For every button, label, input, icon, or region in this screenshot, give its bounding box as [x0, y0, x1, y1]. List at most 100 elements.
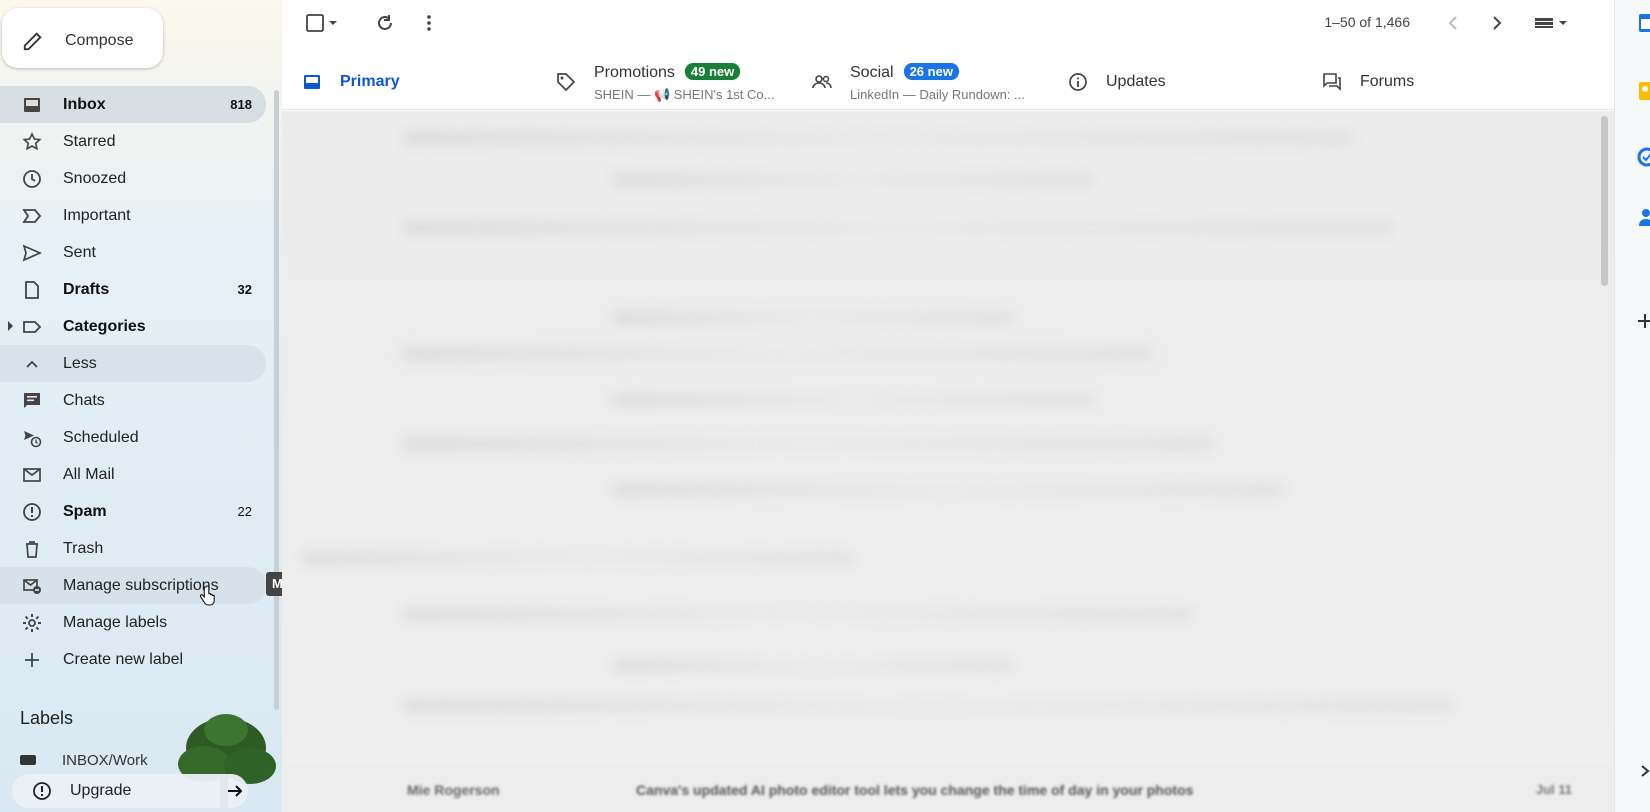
sidebar-item-label: Important — [63, 206, 131, 224]
label-item-text: INBOX/Work — [62, 752, 148, 769]
tasks-icon[interactable] — [1637, 146, 1650, 168]
upgrade-label: Upgrade — [70, 782, 132, 799]
expand-caret-icon[interactable] — [8, 321, 13, 331]
sidebar-item-manage-subscriptions[interactable]: Manage subscriptions — [0, 567, 266, 606]
select-checkbox[interactable] — [304, 12, 326, 34]
calendar-icon[interactable] — [1637, 12, 1650, 34]
sidebar-item-categories[interactable]: Categories — [0, 308, 266, 345]
sidebar-item-count: 22 — [237, 504, 252, 519]
tab-updates[interactable]: Updates — [1048, 48, 1302, 110]
category-tabs: Primary Promotions 49 new SHEIN — 📢 SHEIN… — [282, 48, 1614, 110]
send-icon — [22, 244, 42, 262]
blurred-row — [612, 173, 1094, 187]
sidebar-item-snoozed[interactable]: Snoozed — [0, 160, 266, 197]
blurred-row — [302, 551, 854, 565]
labels-heading: Labels — [20, 708, 74, 728]
tab-label: Promotions 49 new — [594, 63, 741, 82]
sidebar-item-label: Trash — [63, 539, 104, 557]
message-subject: Canva's updated AI photo editor tool let… — [636, 782, 1194, 798]
add-addon-icon[interactable] — [1637, 310, 1650, 332]
sidebar-nav: Inbox 818 Starred Snoozed Important Sent… — [0, 86, 266, 678]
chat-icon — [24, 393, 40, 408]
label-icon — [23, 321, 42, 333]
sidebar-item-starred[interactable]: Starred — [0, 123, 266, 160]
tab-primary[interactable]: Primary — [282, 48, 536, 110]
toolbar: 1–50 of 1,466 — [282, 0, 1614, 46]
info-icon — [1069, 73, 1087, 91]
sidebar-item-label: Spam — [63, 502, 107, 520]
tab-label-text: Promotions — [594, 64, 675, 81]
chevron-right-icon[interactable] — [1486, 12, 1508, 34]
inbox-icon — [24, 98, 40, 112]
scheduled-send-icon — [24, 431, 42, 448]
arrow-right-icon — [228, 785, 243, 797]
inbox-tab-icon — [304, 75, 320, 89]
draft-icon — [25, 281, 39, 299]
tab-snippet: LinkedIn — Daily Rundown: ... — [850, 87, 1025, 102]
blurred-row — [612, 393, 1094, 407]
sidebar-item-label: Create new label — [63, 650, 184, 668]
sidebar-item-all-mail[interactable]: All Mail — [0, 456, 266, 493]
spam-icon — [23, 503, 41, 521]
sidebar-item-sent[interactable]: Sent — [0, 234, 266, 271]
sidebar-item-drafts[interactable]: Drafts 32 — [0, 271, 266, 308]
upgrade-button[interactable]: Upgrade — [12, 774, 248, 808]
blurred-row — [612, 311, 1014, 325]
sidebar-item-count: 32 — [237, 282, 252, 297]
keep-icon[interactable] — [1637, 80, 1650, 102]
tab-label: Updates — [1106, 73, 1166, 90]
blurred-row — [402, 437, 1214, 451]
refresh-icon[interactable] — [374, 12, 396, 34]
sidebar-item-label: Snoozed — [63, 169, 127, 187]
contacts-icon[interactable] — [1637, 206, 1650, 228]
sidebar-item-label: Starred — [63, 132, 116, 150]
message-list-scrollbar[interactable] — [1601, 116, 1608, 286]
select-dropdown-icon[interactable] — [326, 12, 340, 34]
sidebar-item-spam[interactable]: Spam 22 — [0, 493, 266, 530]
list-item[interactable]: Mie Rogerson Canva's updated AI photo ed… — [282, 766, 1614, 812]
sidebar-item-less[interactable]: Less — [0, 345, 266, 382]
chevron-right-icon[interactable] — [1637, 760, 1650, 782]
message-list[interactable]: Mie Rogerson Canva's updated AI photo ed… — [282, 111, 1614, 812]
pagination-text: 1–50 of 1,466 — [1324, 14, 1410, 30]
sidebar-item-important[interactable]: Important — [0, 197, 266, 234]
blurred-row — [402, 347, 1154, 361]
sidebar-item-label: Manage subscriptions — [63, 576, 219, 594]
chevron-left-icon[interactable] — [1442, 12, 1464, 34]
blurred-row — [402, 221, 1394, 235]
blurred-row — [612, 483, 1284, 497]
more-vert-icon[interactable] — [418, 12, 440, 34]
compose-button[interactable]: Compose — [2, 8, 163, 68]
sidebar-item-trash[interactable]: Trash — [0, 530, 266, 567]
density-toggle-icon[interactable] — [1532, 12, 1572, 34]
sidebar-item-manage-labels[interactable]: Manage labels — [0, 604, 266, 641]
sidebar-item-label: Less — [63, 354, 97, 372]
sidebar-item-scheduled[interactable]: Scheduled — [0, 419, 266, 456]
star-icon — [22, 132, 42, 151]
upgrade-info-icon — [33, 782, 51, 800]
tab-social[interactable]: Social 26 new LinkedIn — Daily Rundown: .… — [792, 48, 1048, 110]
blurred-row — [612, 659, 1014, 673]
sidebar-item-create-new-label[interactable]: Create new label — [0, 641, 266, 678]
all-mail-icon — [23, 468, 41, 482]
sidebar-item-count: 818 — [230, 97, 252, 112]
tab-forums[interactable]: Forums — [1302, 48, 1556, 110]
important-icon — [22, 209, 42, 223]
new-count-badge: 26 new — [903, 63, 959, 80]
new-count-badge: 49 new — [684, 63, 741, 80]
tab-snippet: SHEIN — 📢 SHEIN's 1st Co... — [594, 87, 775, 102]
chevron-up-icon — [26, 360, 38, 368]
unsubscribe-icon — [23, 579, 41, 594]
blurred-row — [402, 699, 1454, 713]
label-item[interactable]: INBOX/Work — [20, 752, 148, 769]
sidebar-item-label: All Mail — [63, 465, 115, 483]
sidebar-item-inbox[interactable]: Inbox 818 — [0, 86, 266, 123]
tab-promotions[interactable]: Promotions 49 new SHEIN — 📢 SHEIN's 1st C… — [536, 48, 792, 110]
sidebar-item-chats[interactable]: Chats — [0, 382, 266, 419]
sidebar-scrollbar[interactable] — [274, 90, 279, 710]
sidebar-item-label: Inbox — [63, 95, 106, 113]
tag-icon — [557, 73, 576, 92]
main-panel: 1–50 of 1,466 Primary Promotions 49 new S… — [282, 0, 1614, 812]
tab-label-text: Social — [850, 64, 894, 81]
blurred-row — [402, 607, 1194, 621]
